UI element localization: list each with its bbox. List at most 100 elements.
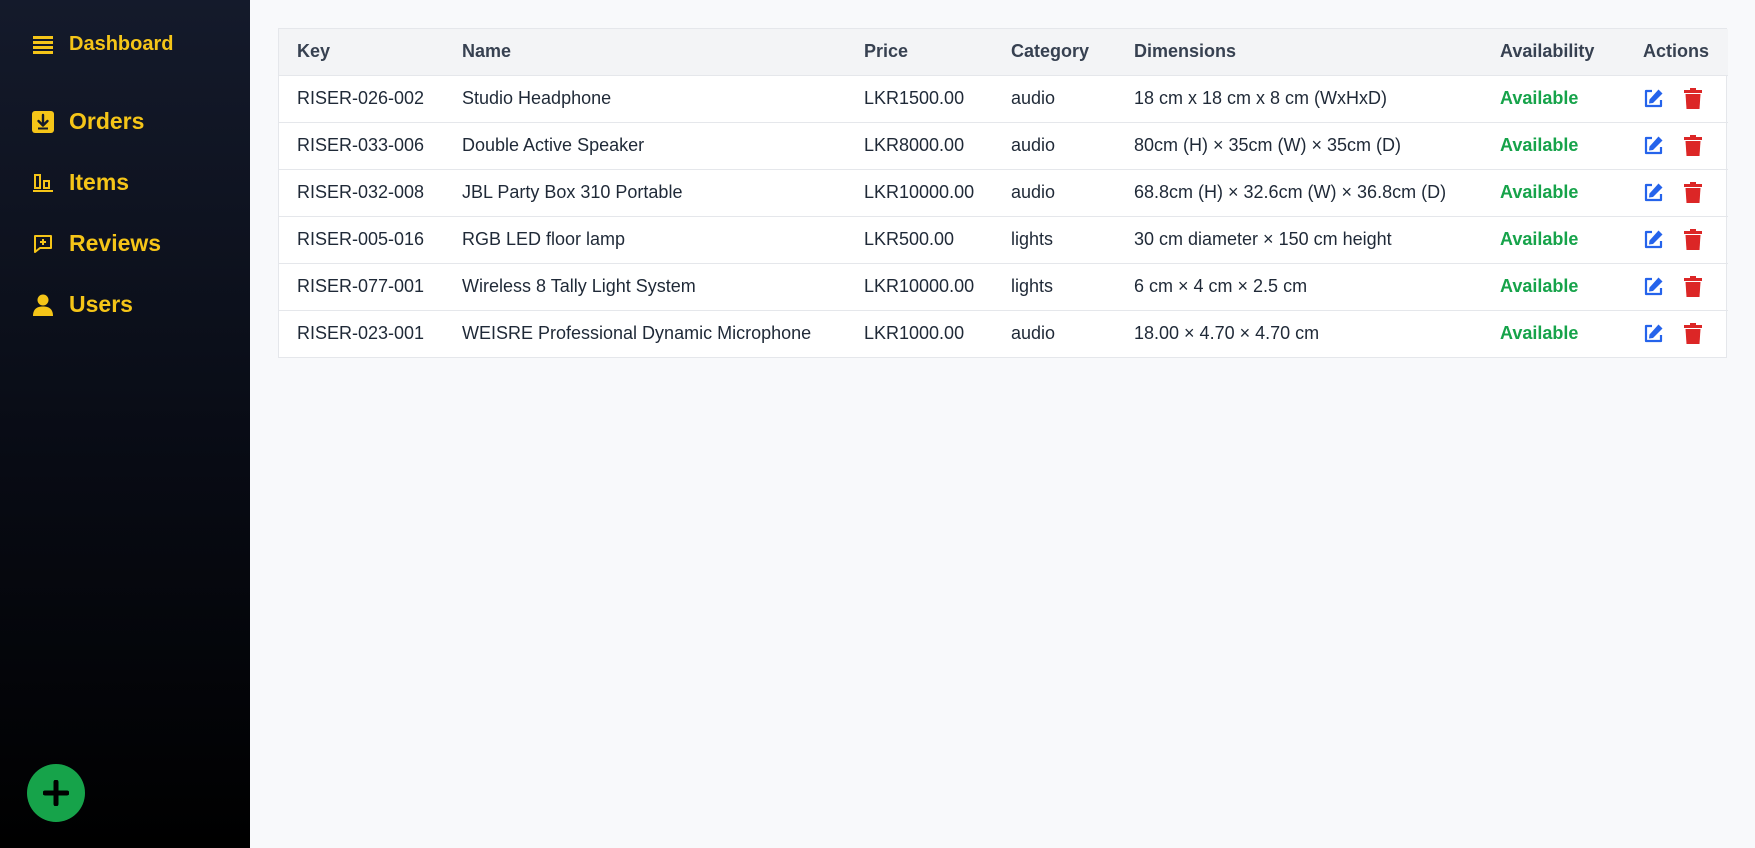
cell-key: RISER-023-001 — [297, 323, 425, 344]
sidebar-item-users[interactable]: Users — [0, 274, 250, 335]
edit-button[interactable] — [1643, 229, 1664, 250]
edit-icon — [1643, 182, 1664, 203]
user-icon — [31, 293, 55, 317]
items-table-container: Key Name Price Category Dimensions Avail… — [278, 28, 1728, 358]
row-actions — [1643, 88, 1728, 109]
cell-price: LKR1500.00 — [864, 88, 965, 108]
cell-key: RISER-005-016 — [297, 229, 425, 249]
trash-icon — [1684, 323, 1702, 345]
delete-button[interactable] — [1684, 276, 1702, 297]
column-header-availability[interactable]: Availability — [1482, 29, 1625, 75]
cell-price: LKR500.00 — [864, 229, 955, 249]
availability-status: Available — [1500, 135, 1579, 155]
edit-button[interactable] — [1643, 135, 1664, 156]
delete-button[interactable] — [1684, 323, 1702, 345]
bar-chart-icon — [31, 171, 55, 195]
cell-price: LKR8000.00 — [864, 135, 965, 155]
column-header-category[interactable]: Category — [993, 29, 1116, 75]
availability-status: Available — [1500, 276, 1579, 296]
edit-button[interactable] — [1643, 323, 1664, 344]
add-item-button[interactable] — [27, 764, 85, 822]
cell-category: audio — [1011, 182, 1056, 202]
cell-actions — [1625, 169, 1728, 216]
sidebar-item-label: Dashboard — [69, 33, 174, 55]
download-box-icon — [31, 110, 55, 134]
sidebar-nav: Dashboard Orders Items Reviews Users — [0, 0, 250, 335]
edit-icon — [1643, 88, 1664, 109]
column-header-price[interactable]: Price — [846, 29, 993, 75]
cell-category: audio — [1011, 323, 1056, 344]
sidebar-item-label: Reviews — [69, 230, 162, 256]
cell-dimensions: 30 cm diameter × 150 cm height — [1134, 229, 1392, 249]
cell-dimensions: 18 cm x 18 cm x 8 cm (WxHxD) — [1134, 88, 1388, 108]
column-header-key[interactable]: Key — [279, 29, 444, 75]
cell-name: Double Active Speaker — [462, 135, 645, 155]
row-actions — [1643, 323, 1728, 345]
sidebar-item-label: Orders — [69, 108, 145, 134]
sidebar-item-label: Items — [69, 169, 130, 195]
availability-status: Available — [1500, 182, 1579, 202]
cell-actions — [1625, 122, 1728, 169]
edit-button[interactable] — [1643, 276, 1664, 297]
cell-key: RISER-026-002 — [297, 88, 425, 108]
table-row: RISER-033-006 Double Active Speaker LKR800… — [279, 122, 1728, 169]
availability-status: Available — [1500, 323, 1579, 344]
trash-icon — [1684, 182, 1702, 203]
sidebar-item-dashboard[interactable]: Dashboard — [0, 30, 250, 59]
plus-icon — [43, 780, 69, 806]
cell-actions — [1625, 310, 1728, 357]
trash-icon — [1684, 135, 1702, 156]
main-content: Key Name Price Category Dimensions Avail… — [250, 0, 1755, 848]
sidebar-item-orders[interactable]: Orders — [0, 91, 250, 152]
edit-button[interactable] — [1643, 88, 1664, 109]
cell-dimensions: 6 cm × 4 cm × 2.5 cm — [1134, 276, 1308, 296]
cell-dimensions: 68.8cm (H) × 32.6cm (W) × 36.8cm (D) — [1134, 182, 1447, 202]
cell-dimensions: 80cm (H) × 35cm (W) × 35cm (D) — [1134, 135, 1402, 155]
sidebar-item-label: Users — [69, 291, 133, 317]
cell-name: JBL Party Box 310 Portable — [462, 182, 683, 202]
table-row: RISER-077-001 Wireless 8 Tally Light Syst… — [279, 263, 1728, 310]
column-header-name[interactable]: Name — [444, 29, 846, 75]
column-header-actions: Actions — [1643, 41, 1710, 62]
edit-button[interactable] — [1643, 182, 1664, 203]
cell-price: LKR10000.00 — [864, 276, 975, 296]
delete-button[interactable] — [1684, 229, 1702, 250]
column-header-dimensions[interactable]: Dimensions — [1116, 29, 1482, 75]
cell-key: RISER-032-008 — [297, 182, 425, 202]
edit-icon — [1643, 229, 1664, 250]
cell-key: RISER-033-006 — [297, 135, 425, 155]
trash-icon — [1684, 229, 1702, 250]
trash-icon — [1684, 88, 1702, 109]
cell-name: WEISRE Professional Dynamic Microphone — [462, 323, 812, 344]
cell-category: audio — [1011, 135, 1056, 155]
delete-button[interactable] — [1684, 135, 1702, 156]
cell-actions — [1625, 75, 1728, 122]
row-actions — [1643, 229, 1728, 250]
row-actions — [1643, 135, 1728, 156]
delete-button[interactable] — [1684, 88, 1702, 109]
cell-key: RISER-077-001 — [297, 276, 425, 296]
availability-status: Available — [1500, 229, 1579, 249]
table-row: RISER-032-008 JBL Party Box 310 Portable L… — [279, 169, 1728, 216]
cell-name: RGB LED floor lamp — [462, 229, 626, 249]
cell-name: Wireless 8 Tally Light System — [462, 276, 696, 296]
cell-category: audio — [1011, 88, 1056, 108]
cell-dimensions: 18.00 × 4.70 × 4.70 cm — [1134, 323, 1320, 344]
sidebar: Dashboard Orders Items Reviews Users — [0, 0, 250, 848]
table-row: RISER-026-002 Studio Headphone LKR1500.00 a… — [279, 75, 1728, 122]
sidebar-item-reviews[interactable]: Reviews — [0, 213, 250, 274]
items-table: Key Name Price Category Dimensions Avail… — [279, 29, 1728, 357]
message-plus-icon — [31, 232, 55, 256]
cell-price: LKR1000.00 — [864, 323, 965, 344]
table-header-row: Key Name Price Category Dimensions Avail… — [279, 29, 1728, 75]
list-icon — [31, 33, 55, 57]
sidebar-item-items[interactable]: Items — [0, 152, 250, 213]
row-actions — [1643, 276, 1728, 297]
table-row: RISER-005-016 RGB LED floor lamp LKR500.00… — [279, 216, 1728, 263]
cell-category: lights — [1011, 229, 1054, 249]
edit-icon — [1643, 323, 1664, 344]
row-actions — [1643, 182, 1728, 203]
delete-button[interactable] — [1684, 182, 1702, 203]
availability-status: Available — [1500, 88, 1579, 108]
edit-icon — [1643, 276, 1664, 297]
